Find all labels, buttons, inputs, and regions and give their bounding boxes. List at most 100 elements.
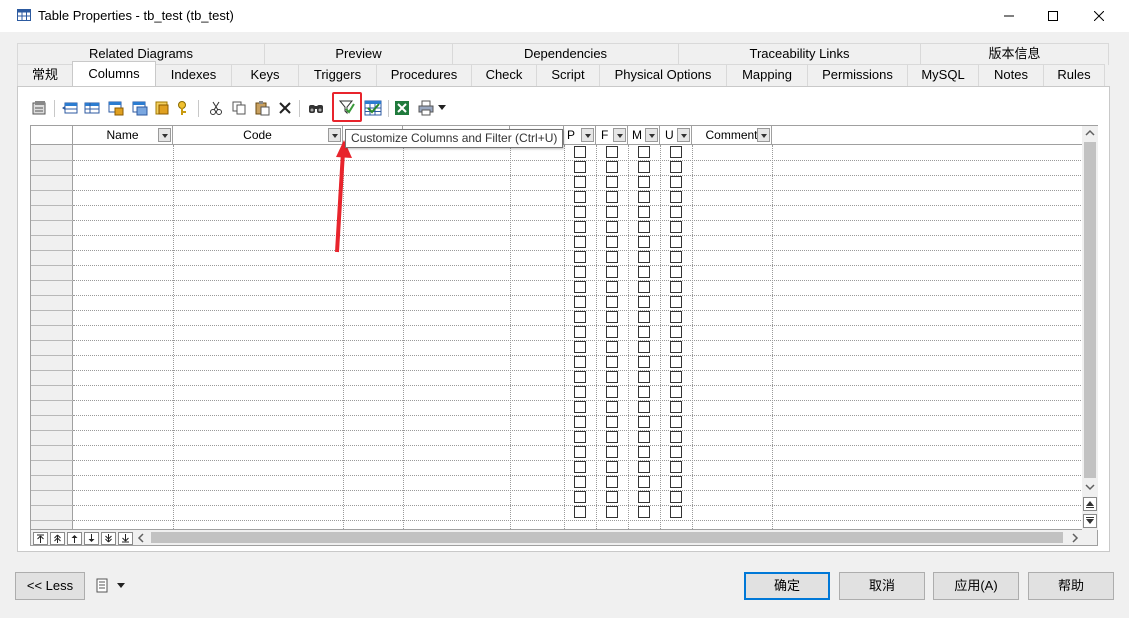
- row-checkbox[interactable]: [638, 446, 650, 458]
- row-checkbox[interactable]: [574, 221, 586, 233]
- row-checkbox[interactable]: [606, 371, 618, 383]
- column-header-comment[interactable]: Comment: [692, 126, 772, 145]
- row-checkbox[interactable]: [638, 161, 650, 173]
- tab-permissions[interactable]: Permissions: [807, 64, 908, 86]
- tab-preview[interactable]: Preview: [264, 43, 453, 65]
- row-checkbox[interactable]: [574, 506, 586, 518]
- tab-version-info[interactable]: 版本信息: [920, 43, 1109, 65]
- chevron-down-icon[interactable]: [645, 128, 658, 142]
- row-checkbox[interactable]: [670, 431, 682, 443]
- row-checkbox[interactable]: [606, 386, 618, 398]
- row-checkbox[interactable]: [574, 311, 586, 323]
- row-checkbox[interactable]: [606, 296, 618, 308]
- row-checkbox[interactable]: [638, 491, 650, 503]
- customize-columns-filter-button[interactable]: [332, 92, 362, 122]
- row-checkbox[interactable]: [670, 476, 682, 488]
- row-checkbox[interactable]: [574, 401, 586, 413]
- row-checkbox[interactable]: [574, 356, 586, 368]
- tab-mapping[interactable]: Mapping: [726, 64, 808, 86]
- row-checkbox[interactable]: [670, 491, 682, 503]
- column-header-code[interactable]: Code: [173, 126, 343, 145]
- row-checkbox[interactable]: [574, 176, 586, 188]
- scroll-down-icon[interactable]: [1085, 483, 1095, 491]
- row-checkbox[interactable]: [638, 191, 650, 203]
- column-header-f[interactable]: F: [596, 126, 628, 145]
- row-checkbox[interactable]: [606, 461, 618, 473]
- row-checkbox[interactable]: [638, 146, 650, 158]
- row-checkbox[interactable]: [606, 491, 618, 503]
- ok-button[interactable]: 确定: [744, 572, 830, 600]
- add-columns-icon[interactable]: [106, 98, 126, 118]
- close-button[interactable]: [1076, 0, 1122, 32]
- row-checkbox[interactable]: [638, 281, 650, 293]
- tab-notes[interactable]: Notes: [978, 64, 1044, 86]
- row-checkbox[interactable]: [670, 341, 682, 353]
- row-checkbox[interactable]: [638, 206, 650, 218]
- maximize-button[interactable]: [1030, 0, 1076, 32]
- apply-button[interactable]: 应用(A): [933, 572, 1019, 600]
- row-checkbox[interactable]: [670, 401, 682, 413]
- row-checkbox[interactable]: [670, 416, 682, 428]
- row-checkbox[interactable]: [574, 326, 586, 338]
- row-checkbox[interactable]: [574, 206, 586, 218]
- move-page-up-button[interactable]: [50, 532, 65, 545]
- row-checkbox[interactable]: [670, 506, 682, 518]
- row-checkbox[interactable]: [638, 461, 650, 473]
- row-checkbox[interactable]: [638, 356, 650, 368]
- column-header-p[interactable]: P: [564, 126, 596, 145]
- row-checkbox[interactable]: [606, 476, 618, 488]
- row-checkbox[interactable]: [638, 476, 650, 488]
- tab-columns[interactable]: Columns: [72, 61, 156, 86]
- horizontal-scrollbar[interactable]: [30, 530, 1098, 546]
- scroll-up-icon[interactable]: [1085, 129, 1095, 137]
- row-checkbox[interactable]: [606, 431, 618, 443]
- row-checkbox[interactable]: [670, 386, 682, 398]
- scroll-page-down-button[interactable]: [1083, 514, 1097, 528]
- tab-general[interactable]: 常规: [17, 64, 73, 86]
- row-checkbox[interactable]: [574, 491, 586, 503]
- row-checkbox[interactable]: [574, 296, 586, 308]
- print-dropdown-icon[interactable]: [436, 98, 448, 118]
- vertical-scrollbar[interactable]: [1082, 126, 1098, 530]
- row-checkbox[interactable]: [606, 506, 618, 518]
- paste-icon[interactable]: [252, 98, 272, 118]
- row-checkbox[interactable]: [606, 356, 618, 368]
- tab-keys[interactable]: Keys: [231, 64, 299, 86]
- tab-script[interactable]: Script: [536, 64, 600, 86]
- row-checkbox[interactable]: [606, 191, 618, 203]
- auto-filter-icon[interactable]: [363, 98, 383, 118]
- row-checkbox[interactable]: [606, 401, 618, 413]
- row-checkbox[interactable]: [606, 266, 618, 278]
- row-checkbox[interactable]: [670, 266, 682, 278]
- row-checkbox[interactable]: [670, 161, 682, 173]
- move-up-button[interactable]: [67, 532, 82, 545]
- row-checkbox[interactable]: [638, 296, 650, 308]
- find-icon[interactable]: [306, 98, 326, 118]
- delete-icon[interactable]: [275, 98, 295, 118]
- vertical-scroll-thumb[interactable]: [1084, 142, 1096, 478]
- row-checkbox[interactable]: [670, 221, 682, 233]
- row-checkbox[interactable]: [670, 356, 682, 368]
- reuse-columns-icon[interactable]: [130, 98, 150, 118]
- row-checkbox[interactable]: [574, 146, 586, 158]
- row-checkbox[interactable]: [638, 401, 650, 413]
- minimize-button[interactable]: [986, 0, 1032, 32]
- row-checkbox[interactable]: [606, 341, 618, 353]
- tab-physical-options[interactable]: Physical Options: [599, 64, 727, 86]
- row-checkbox[interactable]: [670, 461, 682, 473]
- chevron-down-icon[interactable]: [158, 128, 171, 142]
- tab-procedures[interactable]: Procedures: [376, 64, 472, 86]
- row-checkbox[interactable]: [574, 236, 586, 248]
- row-checkbox[interactable]: [574, 281, 586, 293]
- add-row-icon[interactable]: [82, 98, 102, 118]
- chevron-down-icon[interactable]: [677, 128, 690, 142]
- move-down-button[interactable]: [84, 532, 99, 545]
- row-checkbox[interactable]: [670, 326, 682, 338]
- row-checkbox[interactable]: [638, 221, 650, 233]
- row-checkbox[interactable]: [574, 446, 586, 458]
- print-icon[interactable]: [416, 98, 436, 118]
- row-checkbox[interactable]: [606, 236, 618, 248]
- chevron-down-icon[interactable]: [613, 128, 626, 142]
- excel-export-icon[interactable]: [392, 98, 412, 118]
- row-checkbox[interactable]: [670, 176, 682, 188]
